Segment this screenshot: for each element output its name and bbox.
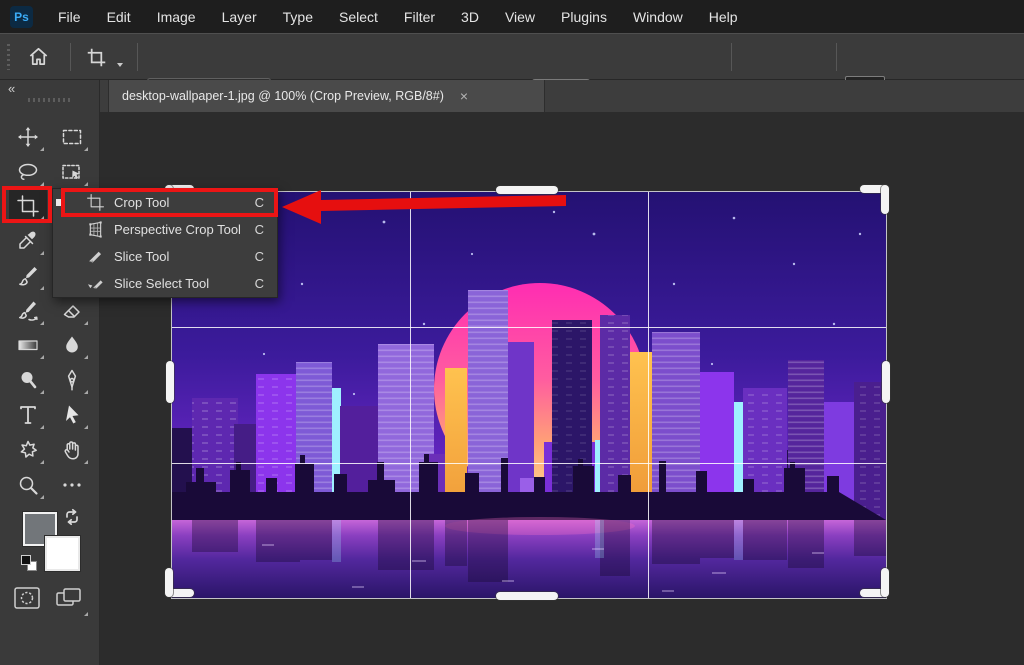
crop-handle-bottom-middle[interactable] (496, 592, 558, 600)
menu-edit[interactable]: Edit (94, 9, 144, 25)
dodge-tool[interactable] (9, 363, 47, 397)
crop-grid-line-horizontal (172, 463, 886, 464)
annotation-arrow (279, 187, 569, 227)
eyedropper-tool[interactable] (9, 224, 47, 258)
crop-grid-line-vertical (410, 192, 411, 598)
annotation-highlight-toolbar-crop (2, 186, 52, 223)
menu-window[interactable]: Window (620, 9, 696, 25)
custom-shape-tool[interactable] (9, 433, 47, 467)
menu-view[interactable]: View (492, 9, 548, 25)
flyout-item-shortcut: C (255, 276, 264, 291)
photoshop-window: Ps File Edit Image Layer Type Select Fil… (0, 0, 1024, 665)
crop-grid-line-vertical (648, 192, 649, 598)
flyout-item-shortcut: C (255, 249, 264, 264)
collapse-panel-button[interactable]: « (8, 81, 15, 96)
menu-image[interactable]: Image (144, 9, 209, 25)
options-bar-grip[interactable] (7, 44, 10, 70)
eraser-tool[interactable] (53, 294, 91, 328)
menu-file[interactable]: File (45, 9, 94, 25)
photoshop-logo-icon[interactable]: Ps (10, 6, 33, 28)
crop-handle-bottom-right[interactable] (881, 568, 889, 597)
document-tab-bar: desktop-wallpaper-1.jpg @ 100% (Crop Pre… (100, 80, 1024, 112)
crop-handle-bottom-left[interactable] (165, 568, 173, 597)
crop-handle-left-middle[interactable] (166, 361, 174, 403)
annotation-highlight-flyout-crop (61, 188, 278, 217)
panel-grip[interactable] (28, 98, 72, 102)
menu-bar: Ps File Edit Image Layer Type Select Fil… (0, 0, 1024, 33)
menu-3d[interactable]: 3D (448, 9, 492, 25)
swap-colors-icon[interactable] (63, 508, 83, 533)
spot-healing-brush-tool[interactable] (9, 259, 47, 293)
divider (836, 43, 837, 71)
type-tool[interactable] (9, 398, 47, 432)
document-tab[interactable]: desktop-wallpaper-1.jpg @ 100% (Crop Pre… (108, 80, 545, 112)
menu-plugins[interactable]: Plugins (548, 9, 620, 25)
pen-tool[interactable] (53, 363, 91, 397)
divider (70, 43, 71, 71)
background-color-swatch[interactable] (45, 536, 80, 571)
menu-select[interactable]: Select (326, 9, 391, 25)
tools-panel: « (0, 80, 100, 665)
flyout-item-label: Slice Tool (114, 249, 255, 264)
home-icon[interactable] (27, 45, 50, 73)
crop-tool-preset-icon[interactable] (86, 47, 107, 73)
gradient-tool[interactable] (9, 328, 47, 362)
divider (137, 43, 138, 71)
zoom-tool[interactable] (9, 468, 47, 502)
object-selection-tool[interactable] (53, 155, 91, 189)
slice-select-tool-icon (84, 274, 106, 293)
blur-tool[interactable] (53, 328, 91, 362)
close-tab-icon[interactable]: × (454, 88, 474, 104)
document-title: desktop-wallpaper-1.jpg @ 100% (Crop Pre… (109, 89, 454, 103)
flyout-item-perspective-crop-tool[interactable]: Perspective Crop Tool C (53, 216, 277, 243)
quick-mask-mode-button[interactable] (12, 585, 42, 616)
rectangular-marquee-tool[interactable] (53, 120, 91, 154)
crop-grid-line-horizontal (172, 327, 886, 328)
path-selection-tool[interactable] (53, 398, 91, 432)
default-foreground-mini-swatch[interactable] (21, 555, 31, 565)
menu-type[interactable]: Type (270, 9, 326, 25)
chevron-down-icon[interactable] (117, 63, 123, 67)
crop-handle-top-right[interactable] (881, 185, 889, 214)
perspective-crop-tool-icon (84, 220, 106, 239)
flyout-item-shortcut: C (255, 222, 264, 237)
flyout-item-slice-tool[interactable]: Slice Tool C (53, 243, 277, 270)
menu-filter[interactable]: Filter (391, 9, 448, 25)
hand-tool[interactable] (53, 433, 91, 467)
lasso-tool[interactable] (9, 155, 47, 189)
wallpaper-image (172, 192, 886, 598)
screen-mode-button[interactable] (54, 585, 86, 616)
flyout-item-slice-select-tool[interactable]: Slice Select Tool C (53, 270, 277, 297)
edit-toolbar-ellipsis[interactable] (53, 468, 91, 502)
divider (731, 43, 732, 71)
move-tool[interactable] (9, 120, 47, 154)
options-bar: Original Ratio Clear Straighten (0, 33, 1024, 80)
flyout-item-label: Slice Select Tool (114, 276, 255, 291)
canvas-document[interactable] (172, 192, 886, 598)
menu-help[interactable]: Help (696, 9, 751, 25)
crop-handle-right-middle[interactable] (882, 361, 890, 403)
history-brush-tool[interactable] (9, 294, 47, 328)
flyout-item-label: Perspective Crop Tool (114, 222, 255, 237)
slice-tool-icon (84, 247, 106, 266)
menu-layer[interactable]: Layer (209, 9, 270, 25)
